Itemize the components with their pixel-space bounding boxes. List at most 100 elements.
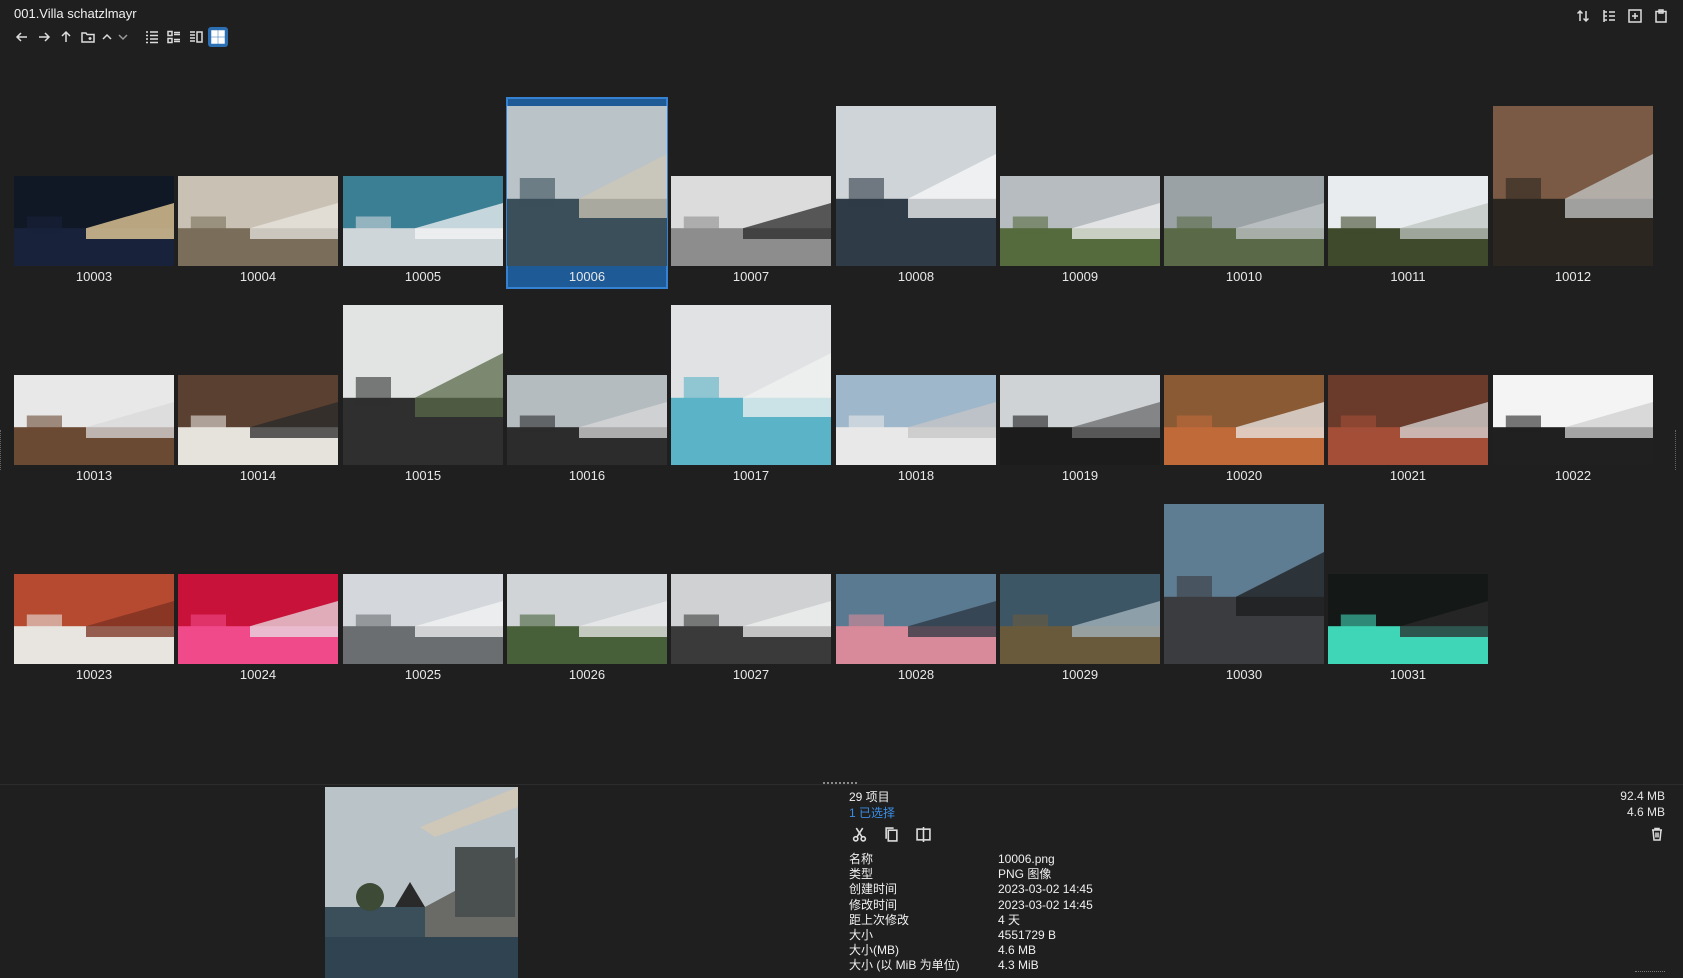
thumbnail-item[interactable]: 10021 bbox=[1328, 367, 1488, 487]
thumbnail-item[interactable]: 10008 bbox=[836, 98, 996, 288]
new-folder-icon[interactable] bbox=[78, 27, 98, 47]
thumbnail-item[interactable]: 10010 bbox=[1164, 168, 1324, 288]
thumbnail-label: 10011 bbox=[1390, 269, 1426, 284]
thumbnail-label: 10030 bbox=[1225, 667, 1263, 682]
thumbnail-grid: 10003 10004 10005 10006 10007 10008 10009 10010… bbox=[0, 50, 1683, 780]
item-count: 29 项目 bbox=[849, 790, 890, 804]
list-view-icon[interactable] bbox=[142, 27, 162, 47]
property-row: 类型 PNG 图像 bbox=[849, 867, 1052, 882]
add-tab-icon[interactable] bbox=[1625, 6, 1645, 26]
resize-corner[interactable] bbox=[1635, 971, 1665, 978]
thumbnail-label: 10028 bbox=[897, 667, 935, 682]
compare-icon[interactable] bbox=[913, 824, 933, 844]
thumbnail-label: 10031 bbox=[1389, 667, 1427, 682]
arrow-up-icon[interactable] bbox=[56, 27, 76, 47]
thumbnail-label: 10026 bbox=[568, 667, 606, 682]
thumbnail-item[interactable]: 10028 bbox=[836, 566, 996, 686]
arrow-left-icon[interactable] bbox=[12, 27, 32, 47]
thumbnail-label: 10027 bbox=[732, 667, 770, 682]
thumbnail-item[interactable]: 10003 bbox=[14, 168, 174, 288]
thumbnail-image bbox=[1328, 176, 1488, 266]
thumbnail-item[interactable]: 10027 bbox=[671, 566, 831, 686]
thumbnail-item[interactable]: 10026 bbox=[507, 566, 667, 686]
columns-view-icon[interactable] bbox=[186, 27, 206, 47]
thumbnail-label: 10023 bbox=[75, 667, 113, 682]
thumbnail-item[interactable]: 10029 bbox=[1000, 566, 1160, 686]
thumbnail-item[interactable]: 10020 bbox=[1164, 367, 1324, 487]
thumbnail-item[interactable]: 10013 bbox=[14, 367, 174, 487]
sort-icon[interactable] bbox=[1573, 6, 1593, 26]
trash-icon[interactable] bbox=[1647, 824, 1667, 844]
chevron-down-icon[interactable] bbox=[116, 27, 130, 47]
thumbnail-image bbox=[14, 375, 174, 465]
thumbnail-label: 10022 bbox=[1554, 468, 1592, 483]
thumbnail-image bbox=[1164, 176, 1324, 266]
copy-icon[interactable] bbox=[881, 824, 901, 844]
thumbnail-image bbox=[1000, 574, 1160, 664]
thumbnail-item[interactable]: 10015 bbox=[343, 297, 503, 487]
thumbnail-label: 10019 bbox=[1061, 468, 1099, 483]
thumbnail-item[interactable]: 10005 bbox=[343, 168, 503, 288]
chevron-up-icon[interactable] bbox=[100, 27, 114, 47]
selected-count[interactable]: 1 已选择 bbox=[849, 804, 895, 821]
thumbnail-label: 10016 bbox=[568, 468, 606, 483]
thumbnail-label: 10008 bbox=[897, 269, 935, 284]
thumbnail-item[interactable]: 10006 bbox=[506, 97, 668, 289]
details-view-icon[interactable] bbox=[164, 27, 184, 47]
thumbnail-image bbox=[14, 176, 174, 266]
thumbnail-item[interactable]: 10019 bbox=[1000, 367, 1160, 487]
thumbnail-item[interactable]: 10018 bbox=[836, 367, 996, 487]
thumbnail-image bbox=[836, 574, 996, 664]
thumbnail-image bbox=[1164, 504, 1324, 664]
navigation-toolbar bbox=[12, 26, 228, 48]
thumbnail-item[interactable]: 10014 bbox=[178, 367, 338, 487]
thumbnail-item[interactable]: 10030 bbox=[1164, 496, 1324, 686]
property-row: 大小(MB) 4.6 MB bbox=[849, 943, 1037, 958]
thumbnail-image bbox=[1328, 375, 1488, 465]
thumbnail-item[interactable]: 10023 bbox=[14, 566, 174, 686]
property-row: 大小 4551729 B bbox=[849, 928, 1057, 943]
tree-view-icon[interactable] bbox=[1599, 6, 1619, 26]
property-row: 创建时间 2023-03-02 14:45 bbox=[849, 882, 1093, 897]
thumbnail-image bbox=[178, 574, 338, 664]
clipboard-icon[interactable] bbox=[1651, 6, 1671, 26]
thumbnail-item[interactable]: 10011 bbox=[1328, 168, 1488, 288]
thumbnail-image bbox=[343, 176, 503, 266]
thumbnail-label: 10007 bbox=[732, 269, 770, 284]
thumbnail-item[interactable]: 10016 bbox=[507, 367, 667, 487]
thumbnail-item[interactable]: 10009 bbox=[1000, 168, 1160, 288]
thumbnail-item[interactable]: 10012 bbox=[1493, 98, 1653, 288]
thumbnail-image bbox=[1000, 176, 1160, 266]
cut-icon[interactable] bbox=[849, 824, 869, 844]
details-panel: 29 项目 1 已选择 92.4 MB 4.6 MB 名称 10006.png 类… bbox=[849, 788, 1669, 978]
thumbnail-image bbox=[836, 106, 996, 266]
thumbnail-item[interactable]: 10024 bbox=[178, 566, 338, 686]
resize-handle-right[interactable] bbox=[1675, 430, 1679, 470]
thumbnail-label: 10012 bbox=[1554, 269, 1592, 284]
thumbnail-item[interactable]: 10004 bbox=[178, 168, 338, 288]
thumbnail-image bbox=[343, 305, 503, 465]
thumbnail-item[interactable]: 10025 bbox=[343, 566, 503, 686]
thumbnail-label: 10009 bbox=[1061, 269, 1099, 284]
thumbnail-item[interactable]: 10022 bbox=[1493, 367, 1653, 487]
thumbnail-image bbox=[507, 375, 667, 465]
thumbnail-image bbox=[507, 106, 667, 266]
thumbnail-label: 10010 bbox=[1225, 269, 1263, 284]
resize-handle-left[interactable] bbox=[0, 430, 4, 470]
property-row: 距上次修改 4 天 bbox=[849, 912, 1021, 927]
thumbnail-label: 10017 bbox=[732, 468, 770, 483]
thumbnail-label: 10020 bbox=[1225, 468, 1263, 483]
thumbnail-label: 10006 bbox=[568, 269, 606, 284]
window-title: 001.Villa schatzlmayr bbox=[14, 6, 137, 21]
thumbnail-image bbox=[671, 305, 831, 465]
thumbnail-image bbox=[178, 176, 338, 266]
grid-view-icon[interactable] bbox=[208, 27, 228, 47]
thumbnail-image bbox=[836, 375, 996, 465]
thumbnail-item[interactable]: 10007 bbox=[671, 168, 831, 288]
total-size: 92.4 MB bbox=[1620, 789, 1665, 803]
thumbnail-image bbox=[671, 176, 831, 266]
arrow-right-icon[interactable] bbox=[34, 27, 54, 47]
thumbnail-label: 10024 bbox=[239, 667, 277, 682]
thumbnail-item[interactable]: 10031 bbox=[1328, 566, 1488, 686]
thumbnail-item[interactable]: 10017 bbox=[671, 297, 831, 487]
